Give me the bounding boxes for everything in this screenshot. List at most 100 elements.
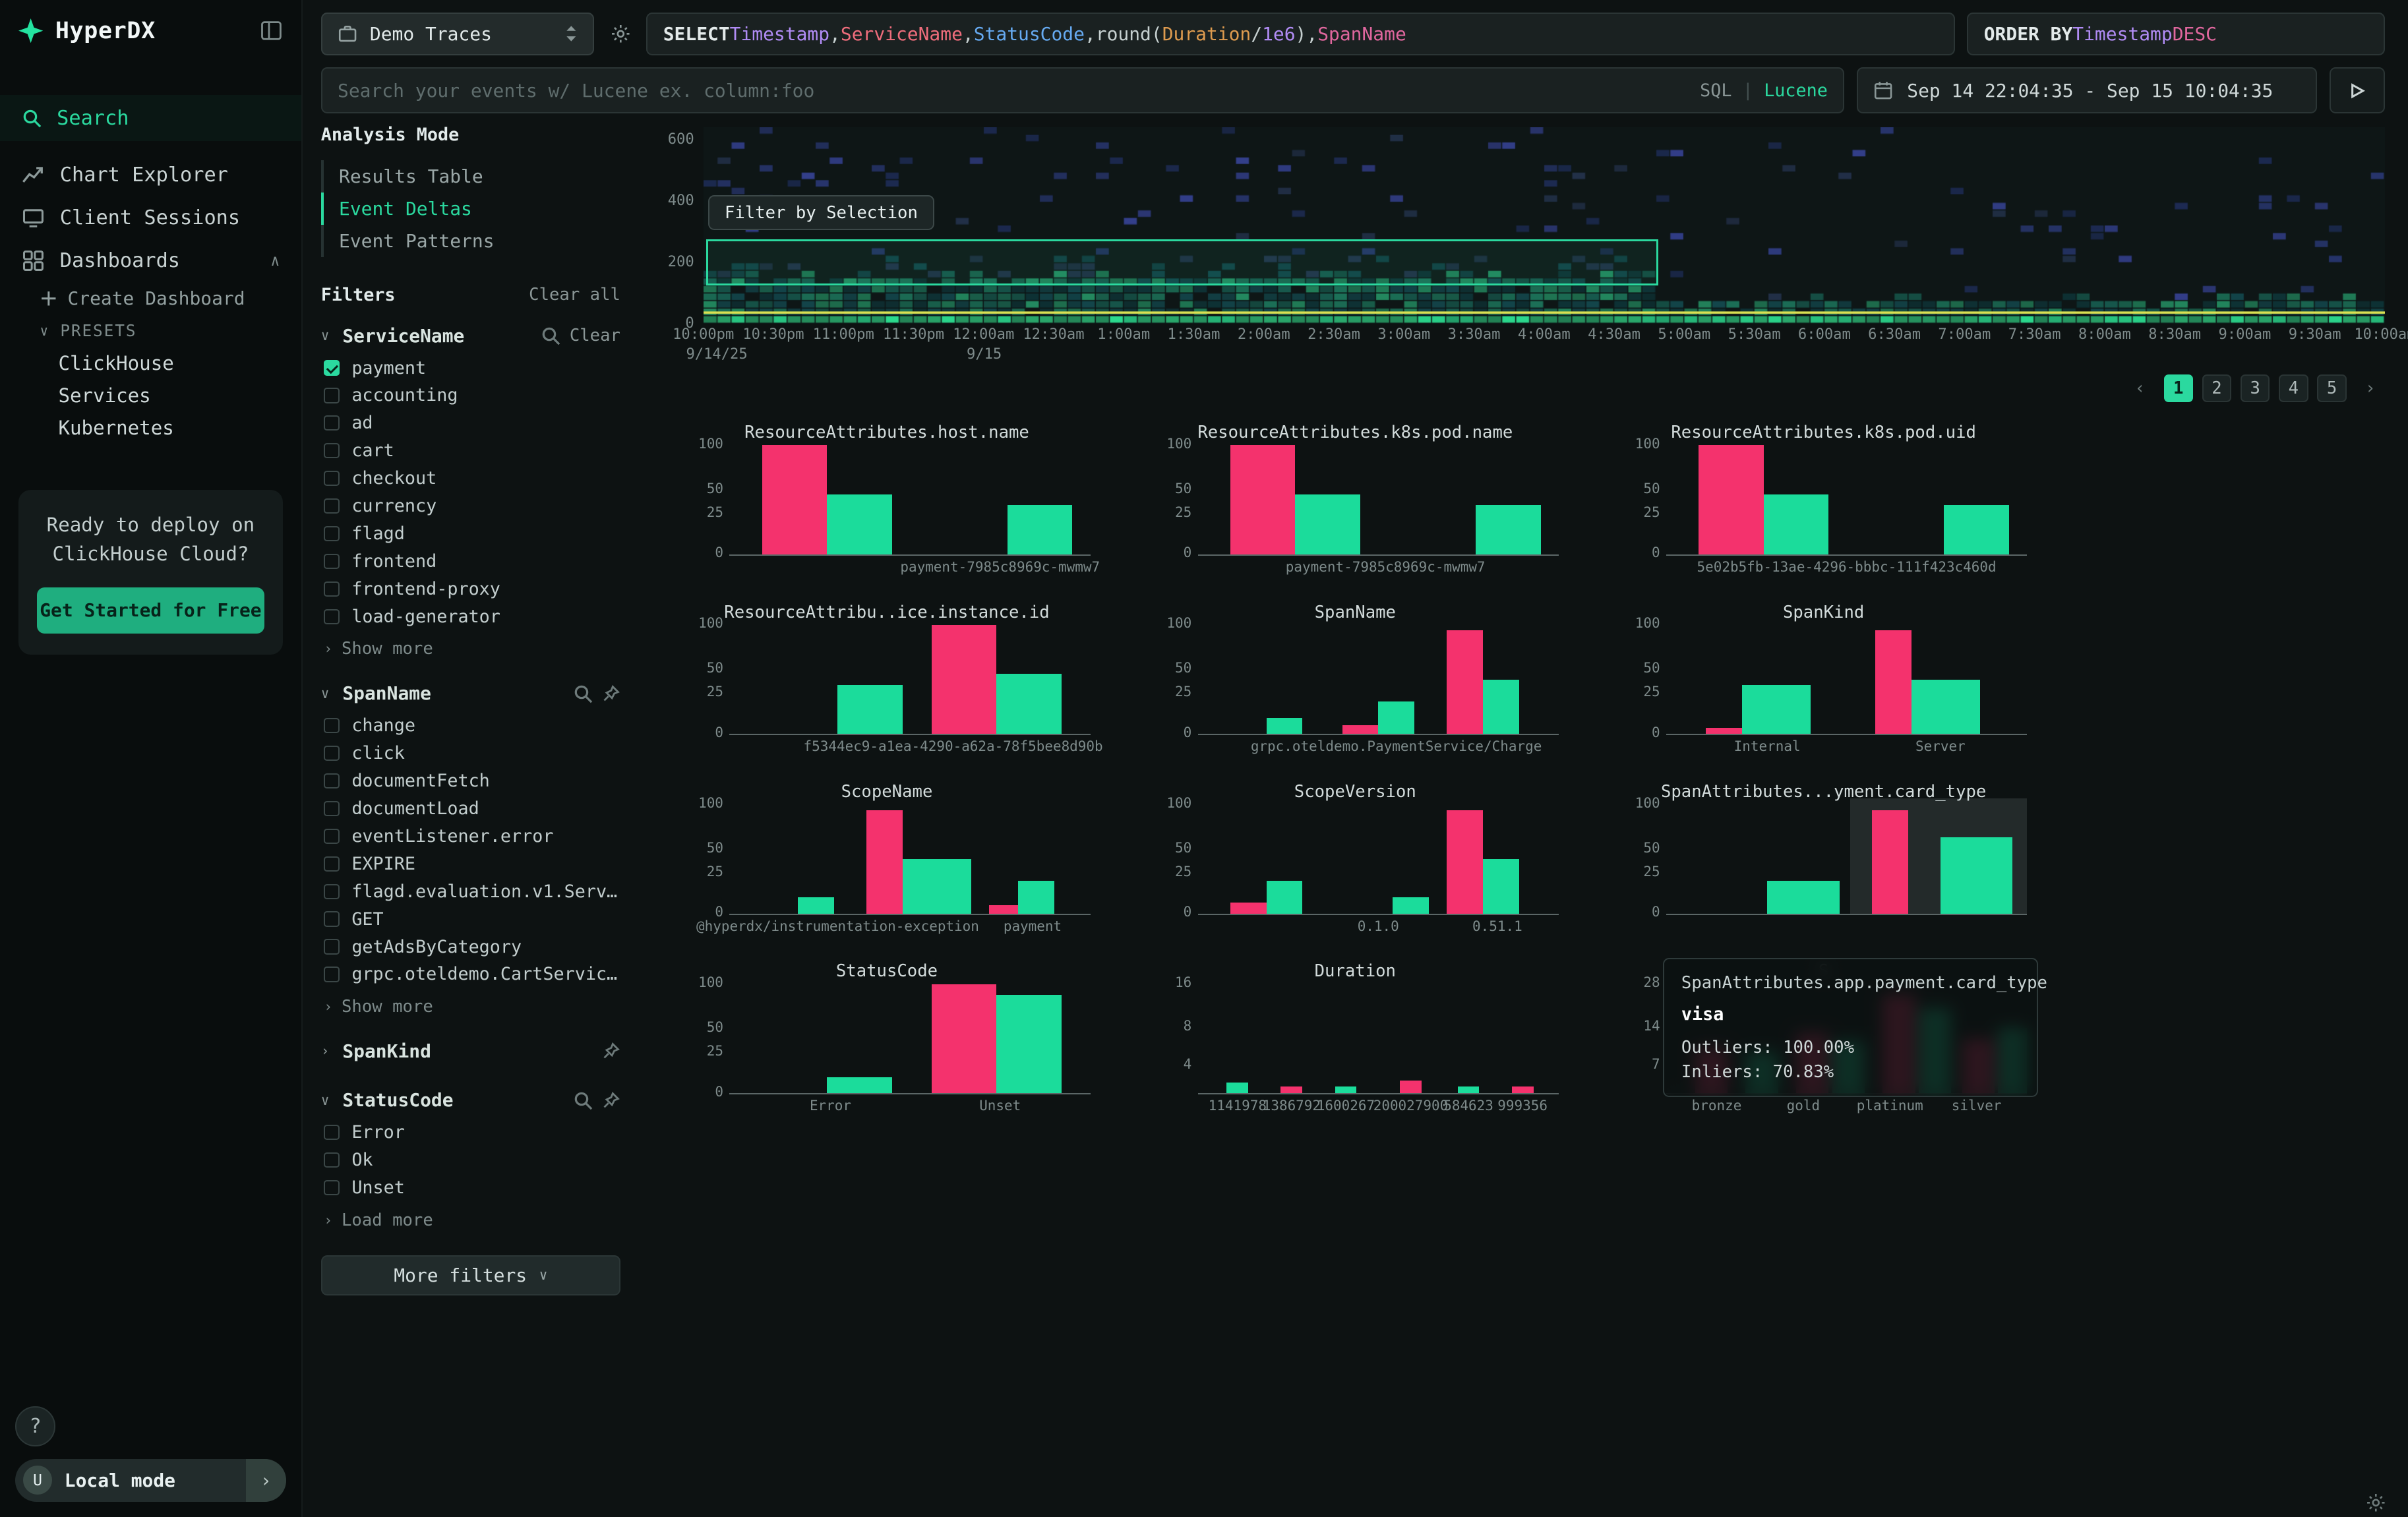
checkbox[interactable] [324,801,339,816]
pin-icon[interactable] [602,684,620,703]
checkbox[interactable] [324,609,339,624]
checkbox[interactable] [324,498,339,514]
checkbox[interactable] [324,911,339,926]
page-button-3[interactable]: 3 [2241,374,2270,402]
page-button-1[interactable]: 1 [2164,374,2193,402]
filter-option-cart[interactable]: cart [321,437,620,465]
heatmap-canvas[interactable] [704,127,2385,324]
filter-group-header[interactable]: ∨SpanName [321,675,620,712]
mini-chart-host-name[interactable]: ResourceAttributes.host.name10050250paym… [683,421,1090,585]
preset-dashboard-kubernetes[interactable]: Kubernetes [0,411,301,444]
mini-chart-scope-version[interactable]: ScopeVersion100502500.1.00.51.1 [1152,780,1559,944]
clear-all-filters-link[interactable]: Clear all [529,285,620,305]
get-started-button[interactable]: Get Started for Free [37,587,264,634]
sidebar-collapse-icon[interactable] [260,19,283,42]
search-input[interactable] [338,80,1687,102]
events-heatmap[interactable]: 6004002000 Filter by Selection [704,127,2385,324]
create-dashboard-button[interactable]: Create Dashboard [0,282,301,314]
checkbox[interactable] [324,967,339,982]
filter-option-error[interactable]: Error [321,1119,620,1146]
source-settings-gear-icon[interactable] [607,20,634,47]
mini-chart-status-code[interactable]: StatusCode10050250ErrorUnset [683,959,1090,1123]
mini-chart-scope-name[interactable]: ScopeName10050250@hyperdx/instrumentatio… [683,780,1090,944]
page-settings-gear-icon[interactable] [2365,1492,2387,1514]
filter-option-load-generator[interactable]: load-generator [321,603,620,630]
checkbox[interactable] [324,1152,339,1168]
filter-option-flagd[interactable]: flagd [321,520,620,548]
checkbox[interactable] [324,718,339,733]
sql-query-editor[interactable]: SELECT Timestamp, ServiceName, StatusCod… [646,13,1954,55]
date-range-picker[interactable]: Sep 14 22:04:35 - Sep 15 10:04:35 [1857,67,2318,113]
filter-option-flagd-evaluation-v1-serv-[interactable]: flagd.evaluation.v1.Serv… [321,877,620,905]
filter-option-change[interactable]: change [321,712,620,740]
search-icon[interactable] [573,1090,593,1110]
checkbox[interactable] [324,554,339,569]
filter-group-header[interactable]: ›SpanKind [321,1032,620,1069]
pin-icon[interactable] [602,1091,620,1110]
order-by-editor[interactable]: ORDER BY Timestamp DESC [1967,13,2384,55]
checkbox[interactable] [324,939,339,954]
checkbox[interactable] [324,471,339,486]
checkbox[interactable] [324,388,339,403]
mini-chart-card-type[interactable]: SpanAttributes...yment.card_type10050250 [1620,780,2027,944]
mini-chart-duration[interactable]: Duration16841141978138679216002672000279… [1152,959,1559,1123]
heatmap-selection-rect[interactable] [706,239,1658,285]
filter-option-documentload[interactable]: documentLoad [321,794,620,822]
filter-option-documentfetch[interactable]: documentFetch [321,767,620,795]
checkbox[interactable] [324,415,339,431]
filter-group-header[interactable]: ∨ServiceNameClear [321,317,620,354]
lucene-toggle[interactable]: Lucene [1764,80,1828,101]
sidebar-item-chart-explorer[interactable]: Chart Explorer [0,154,301,196]
checkbox[interactable] [324,856,339,872]
page-prev-button[interactable]: ‹ [2125,374,2154,402]
mini-chart-k8s-pod-name[interactable]: ResourceAttributes.k8s.pod.name10050250p… [1152,421,1559,585]
filter-option-frontend[interactable]: frontend [321,548,620,576]
filter-option-frontend-proxy[interactable]: frontend-proxy [321,575,620,603]
page-button-4[interactable]: 4 [2279,374,2308,402]
filter-option-payment[interactable]: payment [321,354,620,382]
analysis-mode-event-deltas[interactable]: Event Deltas [321,193,620,225]
checkbox[interactable] [324,526,339,541]
analysis-mode-event-patterns[interactable]: Event Patterns [321,225,620,257]
show-more-link[interactable]: ›Show more [321,635,620,663]
filter-option-accounting[interactable]: accounting [321,382,620,409]
more-filters-button[interactable]: More filters ∨ [321,1255,620,1295]
sql-toggle[interactable]: SQL [1700,80,1731,101]
checkbox[interactable] [324,746,339,761]
clear-filter-link[interactable]: Clear [570,326,620,345]
show-more-link[interactable]: ›Show more [321,993,620,1021]
search-icon[interactable] [541,326,560,345]
checkbox[interactable] [324,829,339,844]
filter-by-selection-button[interactable]: Filter by Selection [708,195,935,231]
page-button-5[interactable]: 5 [2317,374,2346,402]
page-next-button[interactable]: › [2356,374,2385,402]
page-button-2[interactable]: 2 [2202,374,2231,402]
sidebar-item-client-sessions[interactable]: Client Sessions [0,196,301,239]
checkbox[interactable] [324,1125,339,1140]
checkbox[interactable] [324,773,339,788]
preset-dashboard-clickhouse[interactable]: ClickHouse [0,347,301,379]
local-mode-pill[interactable]: U Local mode › [15,1459,286,1502]
sidebar-item-dashboards[interactable]: Dashboards∧ [0,239,301,282]
filter-option-eventlistener-error[interactable]: eventListener.error [321,822,620,850]
filter-group-header[interactable]: ∨StatusCode [321,1082,620,1119]
checkbox-checked[interactable] [324,360,339,375]
filter-option-ok[interactable]: Ok [321,1146,620,1174]
checkbox[interactable] [324,581,339,597]
mini-chart-k8s-pod-uid[interactable]: ResourceAttributes.k8s.pod.uid100502505e… [1620,421,2027,585]
analysis-mode-results-table[interactable]: Results Table [321,160,620,193]
sidebar-item-search[interactable]: Search [0,95,301,141]
filter-option-grpc-oteldemo-cartservic-[interactable]: grpc.oteldemo.CartServic… [321,961,620,988]
search-icon[interactable] [573,684,593,703]
run-query-button[interactable] [2330,67,2385,113]
filter-option-expire[interactable]: EXPIRE [321,850,620,877]
filter-option-getadsbycategory[interactable]: getAdsByCategory [321,933,620,961]
filter-option-click[interactable]: click [321,740,620,767]
mini-chart-span-kind[interactable]: SpanKind10050250InternalServer [1620,601,2027,765]
pin-icon[interactable] [602,1042,620,1060]
checkbox[interactable] [324,1180,339,1195]
filter-option-checkout[interactable]: checkout [321,465,620,492]
mini-chart-service-instance-id[interactable]: ResourceAttribu..ice.instance.id10050250… [683,601,1090,765]
presets-section-toggle[interactable]: ∨PRESETS [0,314,301,347]
preset-dashboard-services[interactable]: Services [0,379,301,411]
